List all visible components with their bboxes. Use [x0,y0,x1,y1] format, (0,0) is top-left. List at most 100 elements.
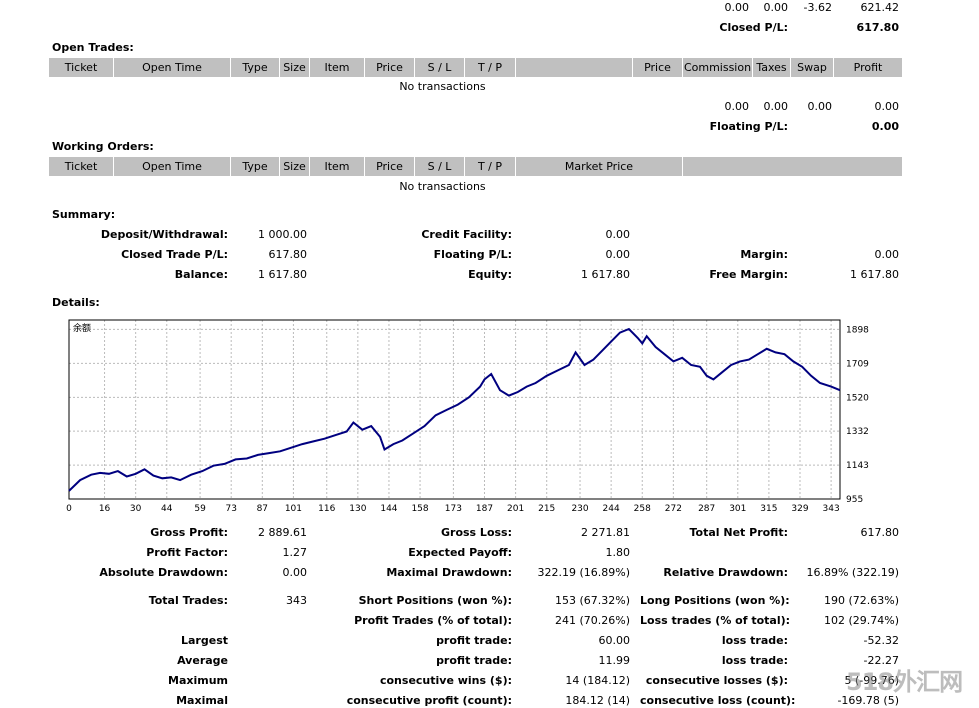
details-title: Details: [52,296,100,309]
stat-value-2: 14 (184.12) [565,674,630,687]
credit-label: Credit Facility: [421,228,512,241]
working-orders-empty: No transactions [399,180,486,193]
balance-value: 1 617.80 [258,268,307,281]
stat-value-2: 1.80 [605,546,631,559]
stat-label-1: Maximum [168,674,228,687]
stat-label-2: Maximal Drawdown: [386,566,512,579]
stat-value-3: 102 (29.74%) [823,614,899,627]
col-tp: T / P [465,58,516,77]
x-tick-label: 230 [571,504,588,511]
open-commission-total: 0.00 [724,100,750,113]
stat-value-1: 1.27 [282,546,308,559]
x-tick-label: 272 [665,504,682,511]
y-tick-label: 1520 [846,393,869,403]
stat-label-3: Relative Drawdown: [663,566,788,579]
x-tick-label: 30 [130,504,142,511]
wo-col-size: Size [280,157,310,176]
closed-pl-label: Closed P/L: [719,21,788,34]
x-tick-label: 59 [194,504,206,511]
x-tick-label: 244 [603,504,620,511]
stat-label-1: Average [177,654,228,667]
open-trades-header: Ticket Open Time Type Size Item Price S … [49,58,902,77]
stat-value-2: 241 (70.26%) [554,614,630,627]
x-tick-label: 315 [760,504,777,511]
x-tick-label: 201 [507,504,524,511]
x-tick-label: 130 [349,504,366,511]
stat-label-2: consecutive wins ($): [379,674,512,687]
x-tick-label: 343 [823,504,840,511]
stat-value-2: 153 (67.32%) [554,594,630,607]
chart-grid [68,320,840,500]
stat-label-3: Long Positions (won %): [640,594,790,607]
wo-col-ticket: Ticket [49,157,114,176]
col-item: Item [310,58,365,77]
stat-label-1: Largest [181,634,228,647]
stat-label-1: Total Trades: [148,594,228,607]
stat-label-3: Total Net Profit: [689,526,789,539]
floating-pl-value: 0.00 [871,120,899,133]
open-profit-total: 0.00 [874,100,900,113]
open-taxes-total: 0.00 [763,100,789,113]
col-open-time: Open Time [114,58,231,77]
stat-label-3: consecutive losses ($): [645,674,788,687]
stat-value-2: 2 271.81 [581,526,630,539]
col-ticket: Ticket [49,58,114,77]
col-size: Size [280,58,310,77]
stat-label-3: loss trade: [721,654,788,667]
top-commission: 0.00 [724,1,750,14]
wo-col-sl: S / L [415,157,465,176]
closed-trade-value: 617.80 [268,248,308,261]
stat-label-3: consecutive loss (count): [640,694,796,707]
summary-floating-value: 0.00 [605,248,631,261]
x-tick-label: 329 [791,504,808,511]
stat-label-2: Short Positions (won %): [358,594,512,607]
stat-label-2: consecutive profit (count): [346,694,512,707]
open-swap-total: 0.00 [807,100,833,113]
wo-col-tp: T / P [465,157,516,176]
x-tick-label: 158 [411,504,428,511]
stat-label-1: Gross Profit: [150,526,228,539]
deposit-value: 1 000.00 [258,228,307,241]
credit-value: 0.00 [605,228,631,241]
working-orders-header: Ticket Open Time Type Size Item Price S … [49,157,902,176]
stat-label-1: Profit Factor: [146,546,228,559]
stat-label-1: Absolute Drawdown: [99,566,228,579]
stat-label-3: Loss trades (% of total): [640,614,791,627]
deposit-label: Deposit/Withdrawal: [100,228,228,241]
x-tick-label: 87 [257,504,268,511]
floating-pl-label: Floating P/L: [709,120,788,133]
closed-trade-label: Closed Trade P/L: [121,248,228,261]
equity-label: Equity: [468,268,512,281]
col-profit: Profit [853,61,883,74]
plot-frame [68,319,841,500]
x-tick-label: 101 [285,504,302,511]
equity-value: 1 617.80 [581,268,630,281]
col-price-2: Price [633,58,683,77]
wo-col-blank [683,157,902,176]
top-taxes: 0.00 [763,1,789,14]
stat-value-1: 343 [286,594,307,607]
margin-value: 0.00 [874,248,900,261]
stat-value-1: 2 889.61 [258,526,307,539]
wo-col-open-time: Open Time [114,157,231,176]
wo-col-price: Price [365,157,415,176]
open-trades-title: Open Trades: [52,41,134,54]
wo-col-item: Item [310,157,365,176]
y-tick-label: 1709 [846,359,869,369]
x-tick-label: 73 [225,504,236,511]
summary-title: Summary: [52,208,116,221]
col-type: Type [231,58,280,77]
stat-label-2: Gross Loss: [441,526,512,539]
stat-label-3: loss trade: [721,634,788,647]
watermark-logo: 518外汇网 [846,668,963,696]
x-tick-label: 301 [729,504,746,511]
chart-title: 余额 [73,322,91,334]
stat-label-1: Maximal [176,694,228,707]
wo-col-type: Type [231,157,280,176]
y-tick-label: 1143 [846,461,869,471]
stat-label-2: profit trade: [436,654,512,667]
margin-label: Margin: [740,248,788,261]
wo-col-market-price: Market Price [516,157,683,176]
stat-value-2: 60.00 [598,634,631,647]
balance-series-line [68,327,841,492]
